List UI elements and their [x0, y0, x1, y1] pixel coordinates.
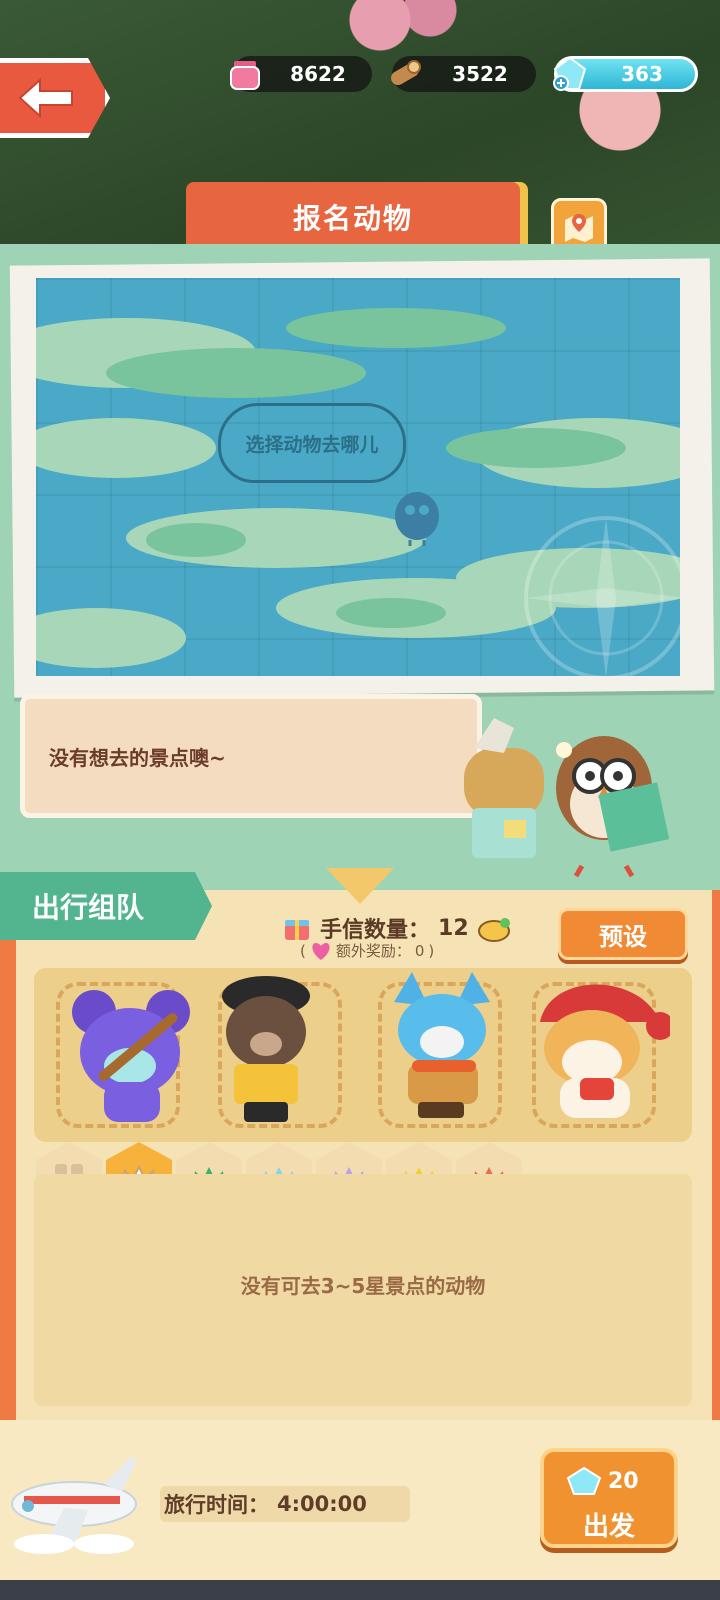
map-pin-icon	[565, 214, 593, 242]
gem-resource-counter[interactable]: 363	[551, 55, 698, 93]
compass-icon	[524, 516, 680, 676]
ink-jar-icon	[230, 61, 260, 90]
back-arrow-icon	[18, 78, 73, 118]
depart-cost: 20	[566, 1466, 639, 1496]
wood-resource-counter: 3522	[391, 56, 536, 92]
heart-icon	[312, 942, 330, 960]
back-button[interactable]	[0, 58, 110, 138]
souvenir-bag-icon	[477, 918, 510, 942]
map-hint-bubble: 选择动物去哪儿	[218, 403, 406, 483]
depart-cost-value: 20	[608, 1468, 639, 1494]
extra-reward-value: 0	[414, 941, 425, 960]
owl-guide-character-icon	[464, 718, 670, 878]
page-title: 报名动物	[186, 182, 520, 252]
guide-dialog: 没有想去的景点噢~	[20, 694, 482, 818]
team-section-label: 出行组队	[0, 872, 212, 940]
footer-strip	[0, 1580, 720, 1600]
gem-icon	[566, 1466, 602, 1495]
wood-count: 3522	[452, 62, 508, 86]
depart-label: 出发	[582, 1512, 635, 1542]
shiba-dog-animal-icon[interactable]	[520, 972, 670, 1132]
extra-reward: ( 额外奖励： 0 )	[300, 941, 435, 961]
airplane-icon	[11, 1456, 137, 1554]
depart-button[interactable]: 20 出发	[540, 1448, 678, 1548]
empty-state-text: 没有可去3~5星景点的动物	[240, 1274, 486, 1298]
travel-time-label: 旅行时间：	[164, 1493, 269, 1517]
wood-log-icon	[391, 60, 421, 85]
gift-icon	[285, 920, 309, 940]
travel-time-value: 4:00:00	[277, 1492, 367, 1516]
souvenir-value: 12	[438, 915, 469, 941]
preset-button[interactable]: 预设	[558, 908, 688, 960]
add-gem-icon[interactable]	[551, 55, 589, 93]
ink-count: 8622	[290, 62, 346, 86]
guide-message: 没有想去的景点噢~	[49, 745, 226, 770]
gem-count: 363	[621, 62, 663, 86]
ink-resource-counter: 8622	[230, 56, 372, 92]
bird-silhouette-icon	[395, 492, 439, 546]
blue-cat-animal-icon[interactable]	[372, 972, 512, 1132]
purple-bear-animal-icon[interactable]	[64, 972, 204, 1132]
travel-time: 旅行时间： 4:00:00	[160, 1486, 410, 1522]
brown-bear-animal-icon[interactable]	[200, 972, 330, 1132]
extra-reward-label: 额外奖励：	[335, 942, 411, 960]
